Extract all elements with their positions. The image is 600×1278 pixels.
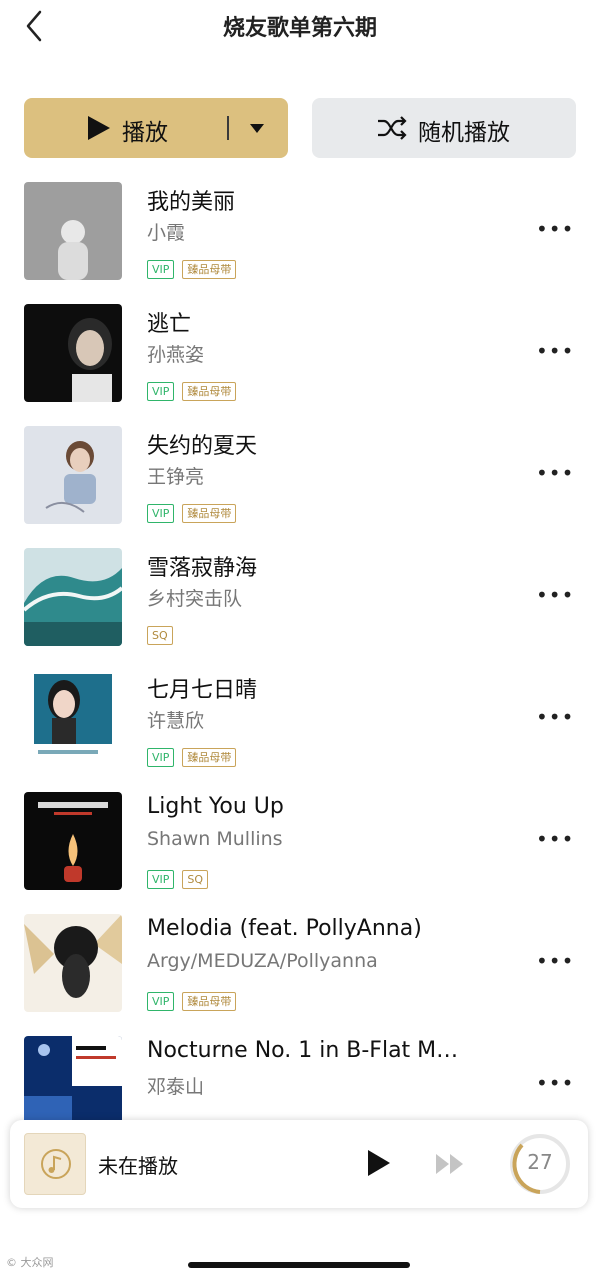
vip-badge: VIP bbox=[147, 992, 175, 1011]
song-title: Nocturne No. 1 in B-Flat M… bbox=[147, 1038, 459, 1063]
music-note-icon bbox=[41, 1149, 71, 1179]
song-row[interactable]: 逃亡 孙燕姿 VIP 臻品母带 ••• bbox=[0, 304, 600, 426]
song-title: 逃亡 bbox=[147, 312, 192, 337]
song-tags: VIP 臻品母带 bbox=[147, 748, 244, 768]
song-title: Light You Up bbox=[147, 794, 284, 819]
album-cover bbox=[24, 670, 122, 768]
list-fade bbox=[0, 1208, 600, 1258]
song-artist: 乡村突击队 bbox=[147, 588, 243, 610]
vip-badge: VIP bbox=[147, 870, 175, 889]
playback-status: 未在播放 bbox=[98, 1154, 178, 1178]
song-tags: VIP SQ bbox=[147, 870, 216, 890]
song-artist: 许慧欣 bbox=[147, 710, 205, 732]
song-title: 七月七日晴 bbox=[147, 678, 258, 703]
more-options-icon[interactable]: ••• bbox=[536, 707, 573, 727]
watermark: © 大众网 bbox=[6, 1256, 54, 1269]
vip-badge: VIP bbox=[147, 382, 175, 401]
shuffle-icon bbox=[378, 116, 407, 140]
more-options-icon[interactable]: ••• bbox=[536, 585, 573, 605]
song-tags: SQ bbox=[147, 626, 181, 646]
mini-player[interactable]: 未在播放 27 bbox=[10, 1120, 588, 1208]
vip-badge: VIP bbox=[147, 748, 175, 767]
song-title: 雪落寂静海 bbox=[147, 556, 258, 581]
action-row: 播放 随机播放 bbox=[24, 98, 576, 160]
song-row[interactable]: 雪落寂静海 乡村突击队 SQ ••• bbox=[0, 548, 600, 670]
song-row[interactable]: Melodia (feat. PollyAnna) Argy/MEDUZA/Po… bbox=[0, 914, 600, 1036]
song-artist: Shawn Mullins bbox=[147, 828, 283, 850]
album-cover bbox=[24, 548, 122, 646]
page-title: 烧友歌单第六期 bbox=[222, 16, 377, 41]
chevron-down-icon[interactable] bbox=[250, 124, 264, 133]
album-cover bbox=[24, 914, 122, 1012]
play-icon bbox=[88, 116, 110, 140]
song-title: Melodia (feat. PollyAnna) bbox=[147, 916, 422, 941]
album-cover bbox=[24, 792, 122, 890]
top-bar: 烧友歌单第六期 bbox=[0, 0, 600, 60]
now-playing-thumbnail[interactable] bbox=[24, 1133, 86, 1195]
song-tags: VIP 臻品母带 bbox=[147, 504, 244, 524]
song-row[interactable]: 失约的夏天 王铮亮 VIP 臻品母带 ••• bbox=[0, 426, 600, 548]
song-title: 我的美丽 bbox=[147, 190, 236, 215]
sq-badge: SQ bbox=[147, 626, 173, 645]
divider bbox=[227, 116, 229, 140]
vip-badge: VIP bbox=[147, 504, 175, 523]
more-options-icon[interactable]: ••• bbox=[536, 463, 573, 483]
song-artist: Argy/MEDUZA/Pollyanna bbox=[147, 950, 378, 972]
more-options-icon[interactable]: ••• bbox=[536, 1073, 573, 1093]
album-cover bbox=[24, 304, 122, 402]
play-all-button[interactable]: 播放 bbox=[24, 98, 288, 158]
shuffle-play-button[interactable]: 随机播放 bbox=[312, 98, 576, 158]
shuffle-play-label: 随机播放 bbox=[418, 120, 510, 146]
master-tape-badge: 臻品母带 bbox=[182, 748, 237, 767]
album-cover bbox=[24, 426, 122, 524]
next-track-icon[interactable] bbox=[434, 1152, 466, 1176]
vip-badge: VIP bbox=[147, 260, 175, 279]
more-options-icon[interactable]: ••• bbox=[536, 219, 573, 239]
album-cover bbox=[24, 182, 122, 280]
song-artist: 小霞 bbox=[147, 222, 186, 244]
home-indicator[interactable] bbox=[188, 1262, 410, 1268]
song-artist: 孙燕姿 bbox=[147, 344, 205, 366]
play-pause-button[interactable] bbox=[368, 1150, 390, 1176]
master-tape-badge: 臻品母带 bbox=[182, 504, 237, 523]
more-options-icon[interactable]: ••• bbox=[536, 341, 573, 361]
more-options-icon[interactable]: ••• bbox=[536, 951, 573, 971]
song-tags: VIP 臻品母带 bbox=[147, 382, 244, 402]
song-tags: VIP 臻品母带 bbox=[147, 260, 244, 280]
master-tape-badge: 臻品母带 bbox=[182, 260, 237, 279]
master-tape-badge: 臻品母带 bbox=[182, 992, 237, 1011]
sq-badge: SQ bbox=[182, 870, 209, 889]
song-row[interactable]: 七月七日晴 许慧欣 VIP 臻品母带 ••• bbox=[0, 670, 600, 792]
playlist-count[interactable]: 27 bbox=[508, 1150, 572, 1174]
song-title: 失约的夏天 bbox=[147, 434, 258, 459]
song-row[interactable]: 我的美丽 小霞 VIP 臻品母带 ••• bbox=[0, 182, 600, 304]
more-options-icon[interactable]: ••• bbox=[536, 829, 573, 849]
song-artist: 王铮亮 bbox=[147, 466, 205, 488]
play-all-label: 播放 bbox=[122, 120, 168, 146]
song-row[interactable]: Light You Up Shawn Mullins VIP SQ ••• bbox=[0, 792, 600, 914]
song-tags: VIP 臻品母带 bbox=[147, 992, 244, 1012]
song-artist: 邓泰山 bbox=[147, 1076, 205, 1098]
master-tape-badge: 臻品母带 bbox=[182, 382, 237, 401]
